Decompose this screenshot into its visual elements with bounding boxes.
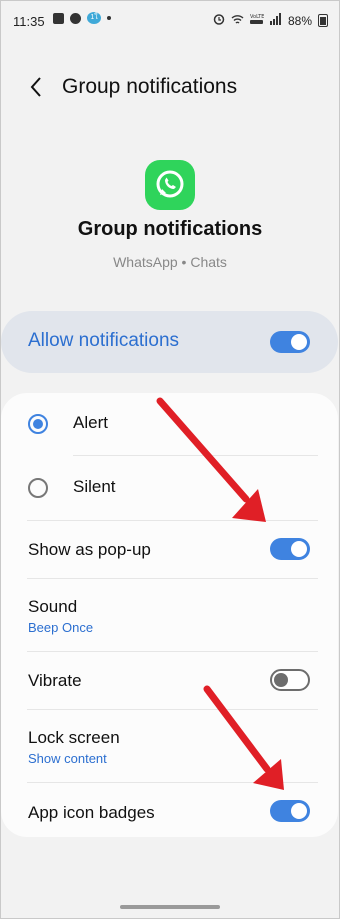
annotation-arrow-icon (203, 685, 284, 790)
annotation-arrow-icon (156, 397, 266, 522)
app-section-subtitle: WhatsApp • Chats (113, 254, 227, 270)
popup-label: Show as pop-up (28, 540, 151, 559)
page-title: Group notifications (62, 75, 238, 98)
app-icon-badges-toggle[interactable] (270, 800, 310, 822)
home-indicator[interactable] (120, 905, 220, 909)
volte-icon: VoLTE (249, 13, 264, 28)
lock-screen-value: Show content (28, 751, 107, 766)
gallery-icon (53, 12, 64, 24)
app-section-title: Group notifications (77, 218, 263, 240)
whatsapp-icon (145, 160, 195, 210)
status-time: 11:35 (13, 14, 45, 29)
divider (27, 578, 318, 579)
svg-text:VoLTE: VoLTE (250, 14, 264, 20)
battery-icon (318, 14, 328, 27)
notification-badge-icon: 1ใ (87, 12, 101, 24)
vibrate-label: Vibrate (28, 671, 82, 690)
silent-radio[interactable] (28, 478, 48, 498)
allow-notifications-toggle[interactable] (270, 331, 310, 353)
alert-radio[interactable] (28, 414, 48, 434)
status-bar: 11:35 1ใ VoLTE 88% (0, 0, 340, 46)
chevron-left-icon (30, 77, 41, 97)
alert-label: Alert (73, 413, 108, 432)
allow-notifications-row[interactable]: Allow notifications (1, 311, 338, 373)
wifi-icon (231, 14, 244, 28)
silent-label: Silent (73, 477, 116, 496)
lock-screen-label: Lock screen (28, 728, 120, 747)
popup-toggle[interactable] (270, 538, 310, 560)
signal-icon (269, 13, 282, 28)
more-notifications-dot-icon (107, 16, 111, 20)
alarm-icon (213, 13, 225, 28)
divider (27, 651, 318, 652)
app-icon-badges-label: App icon badges (28, 803, 155, 822)
sound-value: Beep Once (28, 620, 94, 635)
sound-label: Sound (28, 597, 78, 616)
battery-percentage: 88% (287, 13, 312, 28)
telegram-icon (70, 12, 81, 24)
back-button[interactable] (26, 74, 48, 100)
allow-notifications-label: Allow notifications (28, 330, 180, 351)
